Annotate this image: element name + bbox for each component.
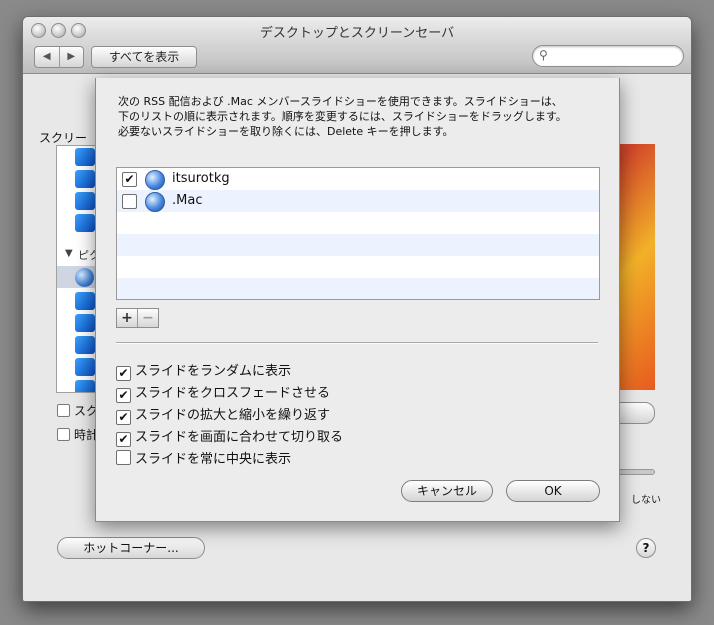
- empty-row: [117, 212, 599, 234]
- screensaver-icon: [75, 336, 95, 354]
- option-checkbox[interactable]: ✔: [116, 432, 131, 447]
- description-line: 次の RSS 配信および .Mac メンバースライドショーを使用できます。スライ…: [118, 95, 563, 108]
- option-checkbox[interactable]: ✔: [116, 410, 131, 425]
- sheet-description: 次の RSS 配信および .Mac メンバースライドショーを使用できます。スライ…: [118, 94, 613, 139]
- option-checkbox[interactable]: [116, 450, 131, 465]
- checkbox-box[interactable]: [57, 428, 70, 441]
- mac-globe-icon: [75, 268, 94, 287]
- forward-button[interactable]: ▶: [58, 47, 84, 67]
- window-title: デスクトップとスクリーンセーバ: [259, 26, 455, 41]
- add-remove-buttons: + −: [116, 308, 159, 328]
- checkbox-main-1[interactable]: スク: [57, 402, 98, 419]
- checkbox-box[interactable]: [57, 404, 70, 417]
- empty-row: [117, 234, 599, 256]
- screensaver-icon: [75, 192, 95, 210]
- option-crop[interactable]: ✔ スライドを画面に合わせて切り取る: [116, 426, 343, 447]
- screensaver-icon: [75, 148, 95, 166]
- screensaver-icon: [75, 214, 95, 232]
- screensaver-icon: [75, 314, 95, 332]
- screensaver-icon: [75, 292, 95, 310]
- show-all-button[interactable]: すべてを表示: [91, 46, 197, 68]
- cancel-button[interactable]: キャンセル: [401, 480, 493, 502]
- search-field[interactable]: ⚲: [532, 45, 684, 67]
- search-icon: ⚲: [539, 48, 548, 62]
- remove-button[interactable]: −: [137, 309, 158, 327]
- slideshow-options-sheet: 次の RSS 配信および .Mac メンバースライドショーを使用できます。スライ…: [95, 78, 620, 522]
- globe-icon: [145, 192, 165, 212]
- feed-row[interactable]: ✔ itsurotkg: [117, 168, 599, 190]
- empty-row: [117, 256, 599, 278]
- option-checkbox[interactable]: ✔: [116, 388, 131, 403]
- feed-checkbox[interactable]: [122, 194, 137, 209]
- screensaver-icon: [75, 170, 95, 188]
- option-crossfade[interactable]: ✔ スライドをクロスフェードさせる: [116, 382, 330, 403]
- separator: [116, 342, 598, 344]
- description-line: 下のリストの順に表示されます。順序を変更するには、スライドショーをドラッグします…: [118, 110, 567, 123]
- nav-buttons: ◀ ▶: [34, 46, 84, 68]
- globe-icon: [145, 170, 165, 190]
- hot-corners-button[interactable]: ホットコーナー...: [57, 537, 205, 559]
- add-button[interactable]: +: [117, 309, 137, 327]
- option-zoom[interactable]: ✔ スライドの拡大と縮小を繰り返す: [116, 404, 330, 425]
- feed-list[interactable]: ✔ itsurotkg .Mac: [116, 167, 600, 300]
- screensaver-icon: [75, 358, 95, 376]
- option-random[interactable]: ✔ スライドをランダムに表示: [116, 360, 291, 381]
- toolbar: デスクトップとスクリーンセーバ ◀ ▶ すべてを表示 ⚲: [23, 17, 691, 74]
- disclosure-triangle-icon[interactable]: ▼: [65, 248, 73, 259]
- feed-name: itsurotkg: [172, 171, 230, 186]
- empty-row: [117, 278, 599, 299]
- feed-row[interactable]: .Mac: [117, 190, 599, 212]
- screensaver-list-label: スクリー: [39, 131, 88, 145]
- checkbox-clock[interactable]: 時計: [57, 426, 98, 443]
- help-icon[interactable]: ?: [636, 538, 656, 558]
- screensaver-icon: [75, 380, 95, 392]
- feed-name: .Mac: [172, 193, 203, 208]
- option-center[interactable]: スライドを常に中央に表示: [116, 448, 291, 467]
- ok-button[interactable]: OK: [506, 480, 600, 502]
- back-button[interactable]: ◀: [35, 47, 59, 67]
- description-line: 必要ないスライドショーを取り除くには、Delete キーを押します。: [118, 125, 454, 138]
- never-label: しない: [631, 495, 661, 506]
- option-checkbox[interactable]: ✔: [116, 366, 131, 381]
- feed-checkbox[interactable]: ✔: [122, 172, 137, 187]
